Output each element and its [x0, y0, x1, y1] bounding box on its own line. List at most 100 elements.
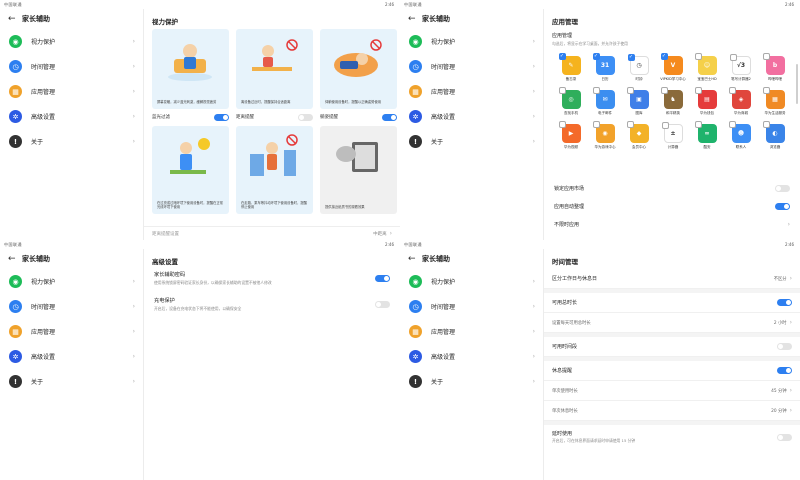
parent-password-toggle[interactable]	[375, 275, 390, 282]
app-item[interactable]: ✉ 电子邮件	[588, 87, 622, 124]
sidebar-item-about[interactable]: ! 关于 ›	[0, 369, 143, 394]
sidebar-item-about[interactable]: ! 关于 ›	[400, 369, 543, 394]
single-use-row[interactable]: 单次使用时长 45 分钟 ›	[544, 381, 800, 401]
delay-use-toggle[interactable]	[777, 433, 792, 441]
unlimited-apps-row[interactable]: 不限时应用 ›	[544, 215, 800, 234]
card-blue-light: 屏幕变暖，减少蓝光刺激，缓解视觉疲劳	[152, 29, 229, 109]
checkbox-checked-icon[interactable]: ✓	[627, 54, 635, 61]
info-icon: !	[9, 135, 22, 148]
daily-duration-row[interactable]: 设置每天可用总时长 2 小时 ›	[544, 313, 800, 333]
app-item[interactable]: ◎ 查找手机	[554, 87, 588, 124]
sidebar-item-apps[interactable]: ▦ 应用管理 ›	[0, 319, 143, 344]
sidebar-item-about[interactable]: ! 关于 ›	[0, 129, 143, 154]
lock-app-market-toggle[interactable]	[775, 185, 790, 192]
sidebar-item-time[interactable]: ◷ 时间管理 ›	[400, 54, 543, 79]
row-label: 休息提醒	[552, 368, 573, 374]
app-item[interactable]: ♞ 和平精英	[656, 87, 690, 124]
checkbox-unchecked-icon[interactable]	[694, 87, 702, 94]
app-item[interactable]: b 哔哩哔哩	[758, 53, 792, 90]
app-icon: √3	[729, 54, 751, 75]
charging-protection-toggle[interactable]	[375, 301, 390, 308]
sidebar-item-vision[interactable]: ◉ 视力保护 ›	[400, 29, 543, 54]
back-arrow-icon[interactable]: ←	[8, 254, 22, 264]
sidebar-item-apps[interactable]: ▦ 应用管理 ›	[0, 79, 143, 104]
time-period-toggle[interactable]	[777, 343, 792, 350]
checkbox-unchecked-icon[interactable]	[558, 121, 566, 128]
app-item[interactable]: ▶ 华为视频	[554, 121, 588, 158]
usable-duration-toggle[interactable]	[777, 299, 792, 306]
sidebar-item-apps[interactable]: ▦ 应用管理 ›	[400, 319, 543, 344]
single-rest-row[interactable]: 单次休息时长 20 分钟 ›	[544, 401, 800, 421]
app-name: 华为钱包	[700, 111, 714, 115]
app-item[interactable]: ▤ 华为钱包	[690, 87, 724, 124]
distance-toggle[interactable]	[298, 113, 313, 121]
distance-setting-row[interactable]: 距离提醒设置 中距离 ›	[144, 226, 400, 240]
sidebar-item-advanced[interactable]: ✲ 高级设置 ›	[0, 344, 143, 369]
sidebar-item-label: 视力保护	[31, 279, 56, 286]
checkbox-unchecked-icon[interactable]	[626, 87, 634, 94]
row-label: 可用总时长	[552, 300, 578, 306]
setting-value: 中距离	[373, 231, 387, 237]
app-item[interactable]: ± 计算器	[656, 122, 690, 158]
app-item[interactable]: 31 ✓ 日历	[588, 53, 622, 90]
auto-arrange-toggle[interactable]	[775, 203, 790, 210]
row-label: 单次休息时长	[552, 408, 578, 414]
row-description: 使用系统锁屏密码验证家长身份，以确保家长辅助的设置不被他人修改	[154, 280, 272, 285]
sidebar-item-advanced[interactable]: ✲ 高级设置 ›	[400, 344, 543, 369]
back-arrow-icon[interactable]: ←	[8, 14, 22, 24]
checkbox-checked-icon[interactable]: ✓	[592, 53, 600, 60]
app-item[interactable]: ☺ 宝宝巴士HD	[690, 53, 724, 90]
app-item[interactable]: ◈ 华为商城	[724, 87, 758, 124]
checkbox-unchecked-icon[interactable]	[558, 87, 566, 94]
carrier-text: 中国联通	[404, 242, 422, 247]
checkbox-unchecked-icon[interactable]	[762, 53, 770, 60]
checkbox-unchecked-icon[interactable]	[661, 122, 669, 129]
chevron-right-icon: ›	[532, 303, 535, 310]
sidebar-item-apps[interactable]: ▦ 应用管理 ›	[400, 79, 543, 104]
blue-light-toggle[interactable]	[214, 113, 229, 121]
posture-toggle[interactable]	[382, 113, 397, 121]
app-item[interactable]: ◐ 浏览器	[758, 121, 792, 158]
app-item[interactable]: ◆ 会员中心	[622, 121, 656, 158]
app-item[interactable]: ◷ ✓ 时钟	[622, 54, 656, 90]
app-item[interactable]: ✎ ✓ 备忘录	[554, 53, 588, 90]
app-item[interactable]: √3 笔写计算器2	[724, 54, 758, 90]
scrollbar[interactable]	[796, 64, 798, 104]
checkbox-unchecked-icon[interactable]	[694, 53, 702, 60]
checkbox-unchecked-icon[interactable]	[728, 87, 736, 94]
sidebar-item-vision[interactable]: ◉ 视力保护 ›	[0, 29, 143, 54]
app-item[interactable]: ▣ 图库	[622, 87, 656, 124]
sidebar-item-time[interactable]: ◷ 时间管理 ›	[400, 294, 543, 319]
workday-row[interactable]: 区分工作日与休息日 不区分 ›	[544, 269, 800, 289]
app-item[interactable]: ◉ 华为游戏中心	[588, 121, 622, 158]
checkbox-unchecked-icon[interactable]	[592, 121, 600, 128]
sidebar-item-time[interactable]: ◷ 时间管理 ›	[0, 54, 143, 79]
checkbox-unchecked-icon[interactable]	[694, 121, 702, 128]
checkbox-unchecked-icon[interactable]	[762, 87, 770, 94]
checkbox-unchecked-icon[interactable]	[626, 121, 634, 128]
clock-text: 2:46	[785, 2, 794, 7]
sidebar-item-advanced[interactable]: ✲ 高级设置 ›	[0, 104, 143, 129]
toggle-label: 距离提醒	[236, 115, 254, 120]
sidebar-item-vision[interactable]: ◉ 视力保护 ›	[400, 269, 543, 294]
checkbox-unchecked-icon[interactable]	[660, 87, 668, 94]
checkbox-unchecked-icon[interactable]	[728, 121, 736, 128]
sidebar-item-time[interactable]: ◷ 时间管理 ›	[0, 294, 143, 319]
back-arrow-icon[interactable]: ←	[408, 14, 422, 24]
chevron-right-icon: ›	[132, 303, 135, 310]
app-item[interactable]: ☻ 联系人	[724, 121, 758, 158]
checkbox-checked-icon[interactable]: ✓	[558, 53, 566, 60]
sidebar-item-label: 应用管理	[431, 89, 456, 96]
checkbox-checked-icon[interactable]: ✓	[660, 53, 668, 60]
sidebar-item-about[interactable]: ! 关于 ›	[400, 129, 543, 154]
app-item[interactable]: V ✓ VIPKID学习中心	[656, 53, 690, 90]
back-arrow-icon[interactable]: ←	[408, 254, 422, 264]
app-item[interactable]: ▦ 华为生活服务	[758, 87, 792, 124]
checkbox-unchecked-icon[interactable]	[762, 121, 770, 128]
rest-reminder-toggle[interactable]	[777, 367, 792, 374]
sidebar-item-vision[interactable]: ◉ 视力保护 ›	[0, 269, 143, 294]
sidebar-item-advanced[interactable]: ✲ 高级设置 ›	[400, 104, 543, 129]
checkbox-unchecked-icon[interactable]	[592, 87, 600, 94]
app-item[interactable]: ∞ 酷安	[690, 121, 724, 158]
checkbox-unchecked-icon[interactable]	[729, 54, 737, 61]
